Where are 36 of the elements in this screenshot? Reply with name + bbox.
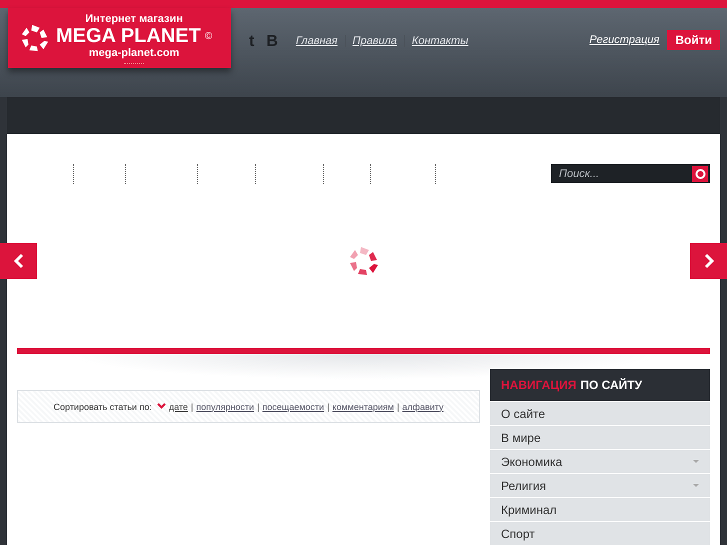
- sort-link[interactable]: популярности: [196, 402, 254, 412]
- sort-link[interactable]: комментариям: [332, 402, 394, 412]
- item-label: В мире: [501, 430, 541, 444]
- nav-link[interactable]: Контакты: [412, 35, 468, 47]
- sidebar-item[interactable]: Религия: [490, 473, 710, 497]
- sidebar-item[interactable]: В мире: [490, 425, 710, 449]
- heading-text: ПО САЙТУ: [580, 378, 642, 392]
- item-label: Экономика: [501, 454, 562, 468]
- register-link[interactable]: Регистрация: [589, 34, 660, 46]
- login-button[interactable]: Войти: [667, 30, 720, 50]
- logo-domain: mega-planet.com: [88, 46, 180, 58]
- nav-link[interactable]: Главная: [296, 35, 338, 47]
- search-input[interactable]: Поиск...: [557, 166, 692, 180]
- sort-label: Сортировать статьи по:: [54, 402, 152, 412]
- search-field[interactable]: Поиск...: [551, 164, 710, 183]
- item-label: Криминал: [501, 502, 557, 516]
- separator-text: |: [257, 402, 260, 412]
- logo-name: MEGA PLANET: [56, 26, 201, 46]
- item-label: Спорт: [501, 526, 535, 540]
- separator-text: |: [190, 402, 194, 412]
- sidebar-item[interactable]: О сайте: [490, 401, 710, 425]
- separator-text: |: [327, 402, 330, 412]
- item-label: О сайте: [501, 406, 546, 420]
- sidebar-item[interactable]: Спорт: [490, 521, 710, 545]
- copyright-mark: ©: [204, 30, 212, 42]
- sidebar-item[interactable]: Криминал: [490, 497, 710, 521]
- item-label: Религия: [501, 478, 546, 492]
- sidebar-item[interactable]: Экономика: [490, 449, 710, 473]
- heading-accent: НАВИГАЦИЯ: [501, 378, 576, 392]
- sort-link[interactable]: посещаемости: [262, 402, 324, 412]
- separator-text: |: [396, 402, 400, 412]
- logo-tagline: Интернет магазин: [85, 12, 183, 26]
- sort-link[interactable]: дате: [168, 402, 188, 412]
- logo-banner[interactable]: Интернет магазин MEGA PLANET © mega-planet.com: [8, 8, 231, 68]
- nav-link[interactable]: Правила: [352, 35, 397, 47]
- sort-link[interactable]: алфавиту: [402, 402, 444, 412]
